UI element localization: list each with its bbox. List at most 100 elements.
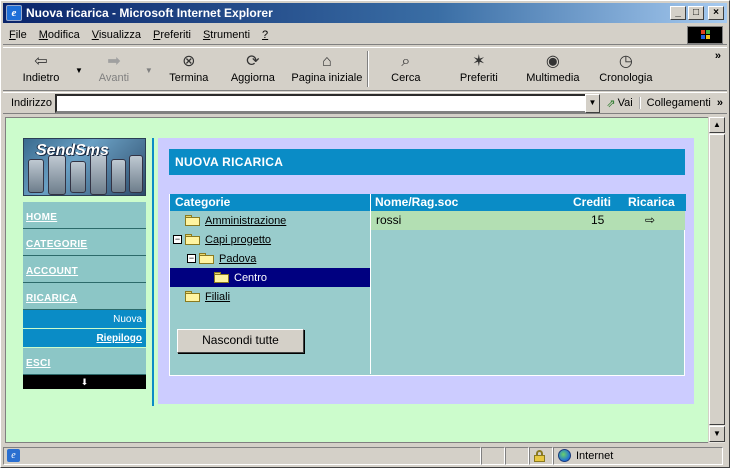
nav-sub-riepilogo[interactable]: Riepilogo [23, 329, 146, 348]
tree-item-label: Capi progetto [205, 233, 272, 246]
links-more-chevron-icon[interactable]: » [717, 97, 727, 109]
menu-bar: File Modifica Visualizza Preferiti Strum… [3, 25, 727, 45]
home-label: Pagina iniziale [291, 72, 363, 84]
history-icon: ◷ [618, 53, 633, 70]
nav-scroll-down-icon[interactable]: ⬇ [23, 375, 146, 389]
minimize-button[interactable]: _ [670, 6, 686, 20]
forward-dropdown[interactable]: ▼ [145, 48, 153, 75]
cell-crediti: 15 [591, 213, 605, 227]
nav-categorie[interactable]: CATEGORIE [23, 229, 146, 256]
menu-file[interactable]: File [3, 29, 33, 41]
globe-icon [558, 449, 571, 462]
folder-icon [185, 234, 200, 245]
browser-window: e Nuova ricarica - Microsoft Internet Ex… [0, 0, 730, 468]
home-button[interactable]: ⌂ Pagina iniziale [287, 48, 367, 90]
lock-icon [534, 449, 545, 462]
stop-label: Termina [169, 72, 209, 84]
back-dropdown[interactable]: ▼ [75, 48, 83, 75]
title-bar: e Nuova ricarica - Microsoft Internet Ex… [3, 3, 727, 23]
menu-help[interactable]: ? [256, 29, 274, 41]
refresh-icon: ⟳ [246, 53, 260, 70]
folder-icon [185, 215, 200, 226]
stop-button[interactable]: ⊗ Termina [159, 48, 219, 90]
tree-item-capi-progetto[interactable]: − Capi progetto [170, 230, 370, 249]
media-button[interactable]: ◉ Multimedia [515, 48, 591, 90]
status-bar: e Internet [3, 445, 727, 466]
refresh-label: Aggiorna [230, 72, 275, 84]
address-dropdown-button[interactable]: ▼ [584, 93, 601, 113]
back-label: Indietro [22, 72, 60, 84]
header-ricarica: Ricarica [628, 195, 675, 209]
folder-icon [185, 291, 200, 302]
zone-label: Internet [576, 449, 614, 462]
back-button[interactable]: ⇦ Indietro [13, 48, 69, 90]
scroll-up-icon[interactable]: ▲ [709, 117, 725, 133]
history-label: Cronologia [599, 72, 653, 84]
address-input[interactable] [54, 93, 585, 113]
vertical-scrollbar[interactable]: ▲ ▼ [708, 117, 725, 443]
favorites-button[interactable]: ✶ Preferiti [443, 48, 515, 90]
menu-preferiti[interactable]: Preferiti [147, 29, 197, 41]
nav-home[interactable]: HOME [23, 202, 146, 229]
nav-account[interactable]: ACCOUNT [23, 256, 146, 283]
folder-icon [214, 272, 229, 283]
tree-item-padova[interactable]: − Padova [170, 249, 370, 268]
ie-logo-icon: e [6, 5, 22, 21]
zone-cell: Internet [553, 446, 723, 465]
windows-logo-icon [687, 26, 723, 44]
address-bar: Indirizzo ▼ ⇗ Vai Collegamenti » [3, 92, 727, 114]
page-viewport: SendSms HOME CATEGORIE ACCOUNT RICARICA … [5, 117, 709, 443]
tree-item-label: Filiali [205, 290, 231, 303]
hide-all-button[interactable]: Nascondi tutte [177, 329, 304, 353]
tree-item-amministrazione[interactable]: Amministrazione [170, 211, 370, 230]
nav-divider [152, 138, 154, 406]
table-row: rossi 15 ⇨ [371, 211, 685, 230]
maximize-button[interactable]: □ [688, 6, 704, 20]
back-arrow-icon: ⇦ [34, 53, 48, 70]
toolbar-more-chevron-icon[interactable]: » [715, 50, 721, 62]
menu-visualizza[interactable]: Visualizza [86, 29, 147, 41]
nav-esci[interactable]: ESCI [23, 348, 146, 375]
sendsms-logo: SendSms [23, 138, 146, 196]
refresh-button[interactable]: ⟳ Aggiorna [219, 48, 287, 90]
favorites-label: Preferiti [459, 72, 498, 84]
links-button[interactable]: Collegamenti [638, 97, 717, 109]
recharge-arrow-icon[interactable]: ⇨ [645, 213, 655, 227]
stop-icon: ⊗ [182, 53, 196, 70]
media-label: Multimedia [526, 72, 580, 84]
category-tree: Amministrazione − Capi progetto − Padova [170, 211, 370, 306]
collapse-icon[interactable]: − [187, 254, 196, 263]
search-label: Cerca [391, 72, 421, 84]
status-text-cell: e [3, 446, 481, 465]
header-categorie: Categorie [175, 195, 231, 209]
forward-button[interactable]: ➡ Avanti [89, 48, 139, 90]
forward-label: Avanti [98, 72, 130, 84]
collapse-icon[interactable]: − [173, 235, 182, 244]
nav-sub-nuova[interactable]: Nuova [23, 310, 146, 329]
menu-strumenti[interactable]: Strumenti [197, 29, 256, 41]
security-cell [529, 446, 553, 465]
grid-header: Categorie Nome/Rag.soc Crediti Ricarica [170, 194, 686, 211]
close-button[interactable]: × [708, 6, 724, 20]
search-button[interactable]: ⌕ Cerca [369, 48, 443, 90]
logo-text: SendSms [36, 142, 109, 159]
page-icon: e [7, 449, 20, 462]
go-arrow-icon: ⇗ [606, 97, 616, 110]
cell-nome: rossi [376, 213, 402, 227]
page-title: NUOVA RICARICA [169, 149, 685, 175]
tree-item-label: Amministrazione [205, 214, 287, 227]
menu-modifica[interactable]: Modifica [33, 29, 86, 41]
tree-item-filiali[interactable]: Filiali [170, 287, 370, 306]
scroll-thumb[interactable] [709, 134, 725, 425]
nav-ricarica[interactable]: RICARICA [23, 283, 146, 310]
history-button[interactable]: ◷ Cronologia [591, 48, 661, 90]
scroll-down-icon[interactable]: ▼ [709, 426, 725, 442]
home-icon: ⌂ [322, 53, 332, 70]
tree-item-label: Padova [219, 252, 257, 265]
address-label: Indirizzo [11, 97, 52, 109]
media-icon: ◉ [545, 53, 560, 70]
go-button[interactable]: ⇗ Vai [600, 97, 638, 110]
folder-icon [199, 253, 214, 264]
tree-item-centro[interactable]: Centro [170, 268, 370, 287]
header-crediti: Crediti [573, 195, 612, 209]
